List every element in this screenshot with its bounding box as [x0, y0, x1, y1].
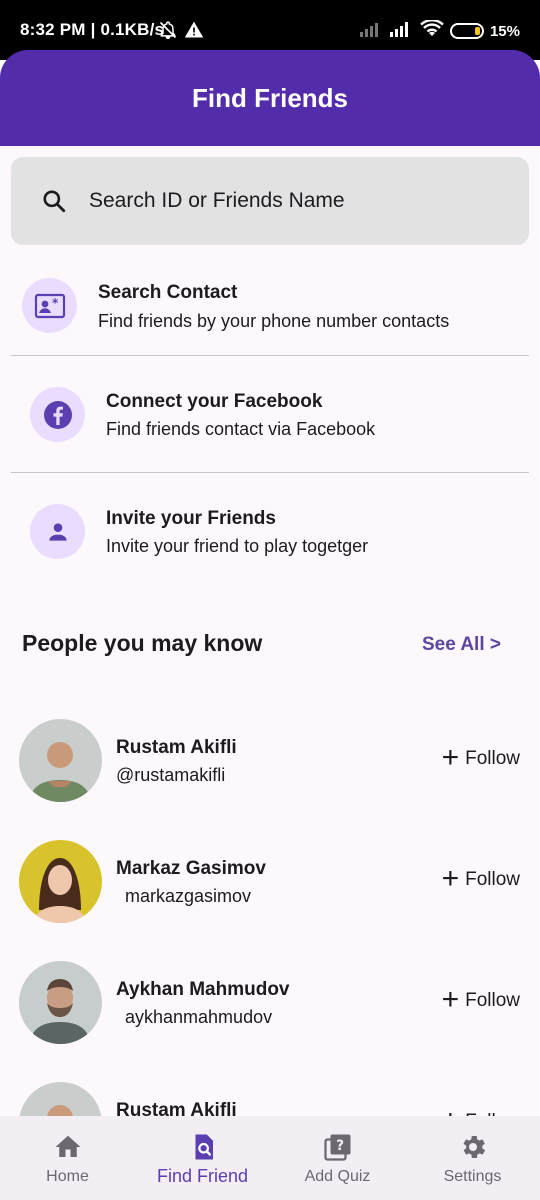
- connect-facebook-option[interactable]: Connect your Facebook Find friends conta…: [0, 380, 540, 460]
- option-title: Connect your Facebook: [106, 391, 323, 412]
- follow-label: Follow: [465, 869, 520, 890]
- plus-icon: +: [441, 741, 460, 774]
- plus-icon: +: [441, 983, 460, 1016]
- home-icon: [53, 1132, 83, 1162]
- search-input[interactable]: Search ID or Friends Name: [89, 189, 345, 213]
- person-row: Aykhan Mahmudov aykhanmahmudov + Follow: [0, 961, 540, 1045]
- follow-button[interactable]: + Follow: [441, 862, 520, 895]
- nav-settings[interactable]: Settings: [405, 1116, 540, 1200]
- option-subtitle: Find friends by your phone number contac…: [98, 311, 450, 331]
- nav-home[interactable]: Home: [0, 1116, 135, 1200]
- wifi-icon: [420, 18, 444, 42]
- signal-icon-2: [389, 21, 414, 41]
- avatar: [19, 840, 102, 923]
- search-icon: [41, 188, 67, 214]
- follow-button[interactable]: + Follow: [441, 741, 520, 774]
- search-bar[interactable]: Search ID or Friends Name: [11, 157, 529, 245]
- divider: [11, 472, 529, 473]
- divider: [11, 355, 529, 356]
- person-name: Aykhan Mahmudov: [116, 979, 290, 1000]
- signal-icon: [359, 21, 384, 41]
- nav-label: Settings: [443, 1168, 502, 1185]
- person-name: Rustam Akifli: [116, 737, 237, 758]
- avatar: [19, 719, 102, 802]
- person-row: Markaz Gasimov markazgasimov + Follow: [0, 840, 540, 924]
- person-row: Rustam Akifli @rustamakifli + Follow: [0, 719, 540, 803]
- svg-text:?: ?: [336, 1138, 344, 1154]
- option-subtitle: Find friends contact via Facebook: [106, 419, 376, 439]
- person-handle: markazgasimov: [125, 886, 252, 906]
- status-time: 8:32 PM | 0.1KB/s: [20, 20, 165, 39]
- follow-label: Follow: [465, 748, 520, 769]
- person-icon: [30, 504, 85, 559]
- battery-percent: 15%: [489, 22, 520, 40]
- option-title: Search Contact: [98, 282, 238, 303]
- nav-label: Add Quiz: [304, 1168, 371, 1185]
- quiz-icon: ?: [323, 1132, 353, 1162]
- gear-icon: [458, 1132, 488, 1162]
- option-title: Invite your Friends: [106, 508, 276, 529]
- follow-label: Follow: [465, 990, 520, 1011]
- invite-friends-option[interactable]: Invite your Friends Invite your friend t…: [0, 497, 540, 577]
- warning-icon: [184, 20, 204, 45]
- avatar: [19, 961, 102, 1044]
- nav-label: Home: [46, 1168, 89, 1185]
- option-subtitle: Invite your friend to play togetger: [106, 536, 369, 556]
- battery-icon: [449, 23, 484, 39]
- bottom-navigation: Home Find Friend ? Add Quiz Settings: [0, 1116, 540, 1200]
- facebook-icon: [30, 387, 85, 442]
- plus-icon: +: [441, 862, 460, 895]
- see-all-link[interactable]: See All >: [422, 634, 501, 656]
- page-title: Find Friends: [192, 82, 348, 113]
- contact-card-icon: *: [22, 278, 77, 333]
- mute-icon: [158, 20, 178, 45]
- nav-label: Find Friend: [156, 1166, 249, 1186]
- people-section-title: People you may know: [22, 630, 263, 656]
- person-handle: @rustamakifli: [116, 765, 226, 785]
- follow-button[interactable]: + Follow: [441, 983, 520, 1016]
- nav-add-quiz[interactable]: ? Add Quiz: [270, 1116, 405, 1200]
- svg-text:*: *: [52, 296, 59, 310]
- nav-find-friend[interactable]: Find Friend: [135, 1116, 270, 1200]
- find-friend-icon: [188, 1132, 218, 1162]
- search-contact-option[interactable]: * Search Contact Find friends by your ph…: [0, 270, 540, 350]
- app-bar: Find Friends: [0, 50, 540, 146]
- status-right: 15%: [359, 18, 520, 42]
- person-name: Markaz Gasimov: [116, 858, 266, 879]
- person-handle: aykhanmahmudov: [125, 1007, 273, 1027]
